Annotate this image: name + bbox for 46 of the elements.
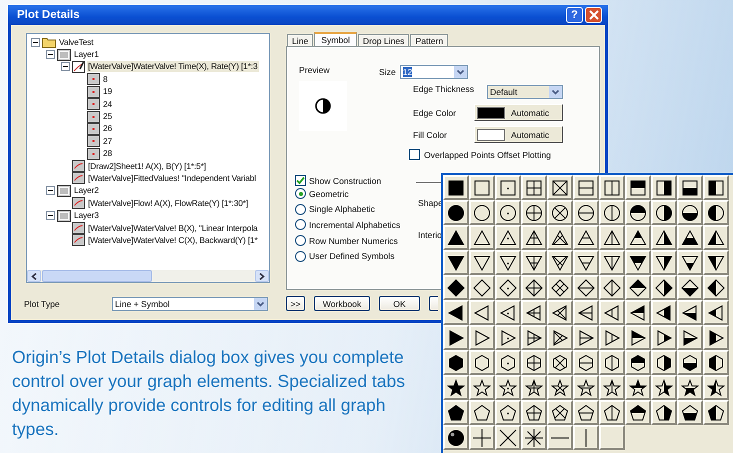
tree-item[interactable]: 28 [102, 148, 114, 160]
edge-thickness-label: Edge Thickness [413, 84, 475, 94]
window-title: Plot Details [17, 9, 80, 21]
tab[interactable]: Line [287, 34, 314, 46]
tree-item[interactable]: [Draw2]Sheet1! A(X), B(Y) [1*:5*] [87, 160, 207, 172]
tree-item[interactable]: [WaterValve]WaterValve! Time(X), Rate(Y) [1*:3 [87, 61, 258, 72]
tree-item[interactable]: 27 [102, 136, 114, 147]
tree-item[interactable]: Layer3 [73, 210, 100, 222]
tree-item[interactable]: [WaterValve]Flow! A(X), FlowRate(Y) [1*:30*] [87, 198, 250, 209]
tree-item[interactable]: 26 [102, 123, 114, 134]
radio-label: Single Alphabetic [309, 204, 375, 214]
dialog-button[interactable]: >> [286, 296, 305, 311]
radio-label: Row Number Numerics [309, 236, 398, 246]
plot-type-label: Plot Type [24, 298, 61, 308]
tree-item[interactable]: 19 [102, 86, 114, 98]
tree-item[interactable]: ValveTest [58, 36, 94, 48]
edge-thickness-dropdown[interactable]: Default [487, 85, 563, 99]
caption-text: Origin’s Plot Details dialog box gives you complete control over your graph elements. Specialized tabs dynamically provide controls for editing all graph types. [12, 346, 406, 441]
color-button[interactable]: Automatic [474, 104, 563, 121]
size-label: Size [379, 67, 396, 77]
tab[interactable]: Symbol [314, 32, 357, 46]
size-dropdown[interactable]: 12 [400, 65, 468, 79]
tree-item[interactable]: 25 [102, 111, 114, 122]
tree-item[interactable]: Layer2 [73, 185, 100, 196]
tab[interactable]: Drop Lines [358, 34, 410, 46]
color-label: Fill Color [413, 130, 448, 140]
tree-item[interactable]: Layer1 [73, 49, 100, 60]
checkbox-label: Show Construction [309, 176, 382, 186]
tree-item[interactable]: [WaterValve]WaterValve! B(X), "Linear Interpola [87, 222, 259, 234]
interior-label: Interio [418, 230, 443, 240]
color-label: Edge Color [413, 108, 457, 118]
radio-label: User Defined Symbols [309, 251, 394, 262]
help-button[interactable]: ? [566, 7, 583, 23]
radio-label: Incremental Alphabetics [309, 220, 400, 230]
dialog-button[interactable]: OK [379, 296, 420, 311]
tab[interactable]: Pattern [410, 34, 448, 46]
tree-item[interactable]: [WaterValve]WaterValve! C(X), Backward(Y) [1* [87, 234, 259, 246]
tree-item[interactable]: 24 [102, 98, 114, 110]
plot-type-dropdown[interactable]: Line + Symbol [112, 296, 268, 310]
checkbox-label: Overlapped Points Offset Plotting [424, 150, 551, 160]
tree-item[interactable]: [WaterValve]FittedValues! "Independent Variabl [87, 172, 258, 184]
preview-label: Preview [299, 65, 331, 75]
dialog-button[interactable]: Workbook [314, 296, 370, 311]
radio-label: Geometric [309, 188, 349, 199]
tree-item[interactable]: 8 [102, 74, 109, 85]
color-button[interactable]: Automatic [474, 126, 563, 143]
